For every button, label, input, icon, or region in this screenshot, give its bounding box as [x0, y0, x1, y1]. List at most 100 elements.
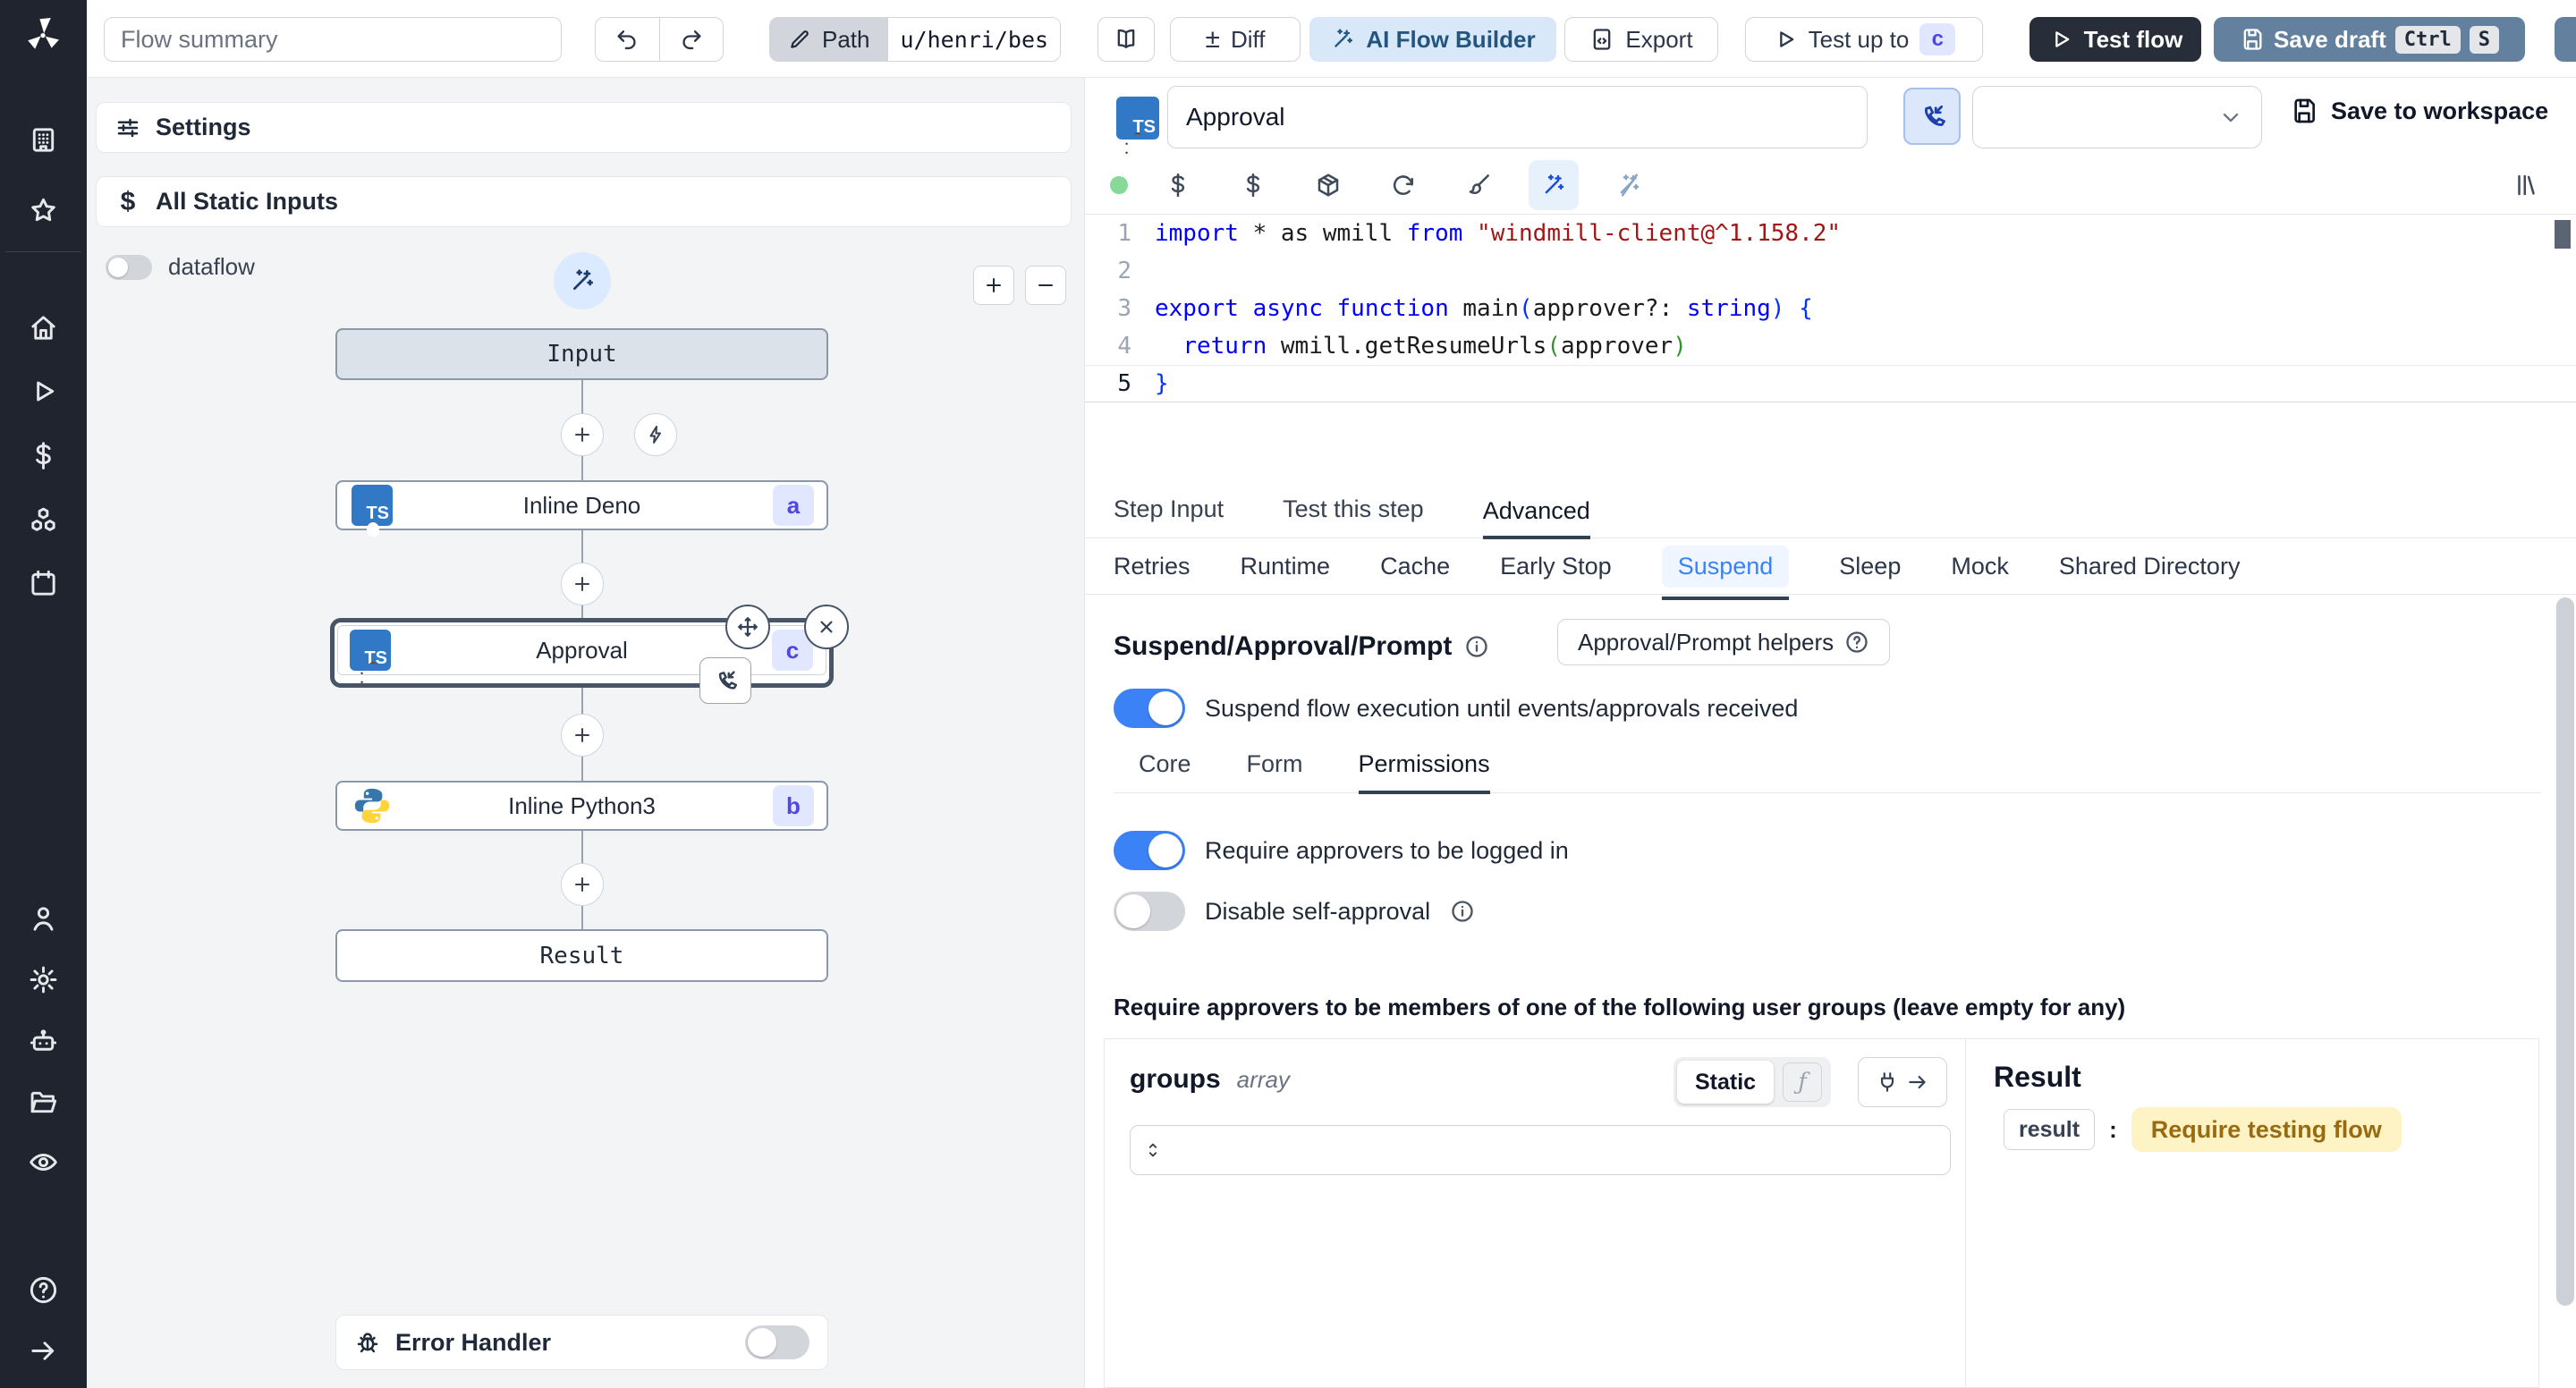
flow-settings-row[interactable]: Settings [96, 102, 1072, 153]
delete-step-button[interactable] [804, 605, 849, 649]
workspace-apps-icon[interactable] [28, 124, 59, 156]
variables-dollar-icon[interactable] [1153, 160, 1203, 210]
result-key-chip[interactable]: result [2004, 1109, 2096, 1150]
users-icon[interactable] [28, 903, 59, 935]
move-step-button[interactable] [725, 605, 770, 649]
variables-dollar-icon[interactable] [28, 440, 59, 471]
step-id-badge: b [773, 785, 814, 826]
flow-node-result[interactable]: Result [335, 929, 828, 982]
collapse-arrow-icon[interactable] [28, 1335, 59, 1367]
insert-step-button[interactable] [561, 863, 604, 906]
windmill-logo-icon[interactable] [21, 14, 64, 57]
tab-cache[interactable]: Cache [1380, 546, 1450, 588]
result-row: result : Require testing flow [2004, 1107, 2402, 1152]
ai-assistant-off-icon[interactable] [1604, 160, 1654, 210]
zoom-in-button[interactable] [973, 266, 1014, 305]
tab-core[interactable]: Core [1139, 750, 1191, 792]
resources-cubes-icon[interactable] [28, 505, 59, 537]
resources-dollar-icon[interactable] [1228, 160, 1278, 210]
ai-builder-wand-button[interactable] [554, 252, 611, 309]
runs-play-icon[interactable] [28, 376, 59, 407]
schedules-calendar-icon[interactable] [28, 568, 59, 599]
step-name-input[interactable] [1167, 86, 1868, 148]
approval-phone-badge[interactable] [699, 657, 751, 704]
static-mode-button[interactable]: Static [1677, 1061, 1775, 1104]
flow-summary-input[interactable] [104, 17, 562, 62]
editor-line[interactable]: 3 export async function main(approver?: s… [1085, 290, 2576, 327]
path-button[interactable]: Path u/henri/bes [769, 17, 1061, 62]
tab-shared-directory[interactable]: Shared Directory [2059, 546, 2241, 588]
insert-step-button[interactable] [561, 714, 604, 757]
script-tag-select[interactable] [1972, 86, 2262, 148]
insert-trigger-button[interactable] [634, 413, 677, 456]
info-icon[interactable] [1464, 634, 1489, 659]
package-icon[interactable] [1303, 160, 1353, 210]
tab-early-stop[interactable]: Early Stop [1500, 546, 1612, 588]
folders-icon[interactable] [28, 1087, 59, 1118]
flow-node-input[interactable]: Input [335, 328, 828, 380]
tab-runtime[interactable]: Runtime [1241, 546, 1331, 588]
audit-eye-icon[interactable] [28, 1147, 59, 1178]
format-brush-icon[interactable] [1453, 160, 1504, 210]
sliders-icon [117, 118, 139, 137]
suspend-phone-indicator-button[interactable] [1903, 88, 1961, 145]
save-to-workspace-button[interactable]: Save to workspace [2290, 97, 2548, 125]
code-text: import * as wmill from "windmill-client@… [1155, 220, 1842, 247]
tab-mock[interactable]: Mock [1951, 546, 2009, 588]
home-icon[interactable] [28, 312, 59, 343]
pencil-icon [791, 30, 809, 48]
tab-test-this-step[interactable]: Test this step [1283, 495, 1424, 537]
play-icon [2055, 31, 2069, 47]
export-button[interactable]: Export [1564, 17, 1718, 62]
reset-refresh-icon[interactable] [1378, 160, 1428, 210]
require-login-toggle[interactable] [1114, 831, 1185, 870]
test-up-to-button[interactable]: Test up to c [1745, 17, 1983, 62]
zoom-out-button[interactable] [1025, 266, 1066, 305]
test-flow-button[interactable]: Test flow [2029, 17, 2201, 62]
editor-line[interactable]: 2 [1085, 252, 2576, 290]
editor-line[interactable]: 4 return wmill.getResumeUrls(approver) [1085, 327, 2576, 365]
dataflow-toggle[interactable] [106, 254, 152, 280]
approval-prompt-helpers-button[interactable]: Approval/Prompt helpers [1557, 619, 1891, 665]
docs-book-button[interactable] [1097, 17, 1155, 62]
workers-robot-icon[interactable] [28, 1026, 59, 1057]
tab-step-input[interactable]: Step Input [1114, 495, 1224, 537]
info-icon[interactable] [1450, 899, 1475, 924]
error-handler-row[interactable]: Error Handler [335, 1315, 828, 1370]
groups-array-input[interactable] [1130, 1125, 1951, 1175]
editor-line[interactable]: 5} [1085, 365, 2576, 402]
disable-self-approval-toggle[interactable] [1114, 892, 1185, 931]
redo-button[interactable] [659, 17, 724, 62]
tab-retries[interactable]: Retries [1114, 546, 1191, 588]
tab-form[interactable]: Form [1247, 750, 1303, 792]
save-draft-button[interactable]: Save draft Ctrl S [2214, 17, 2525, 62]
flow-node-inline-deno[interactable]: TS Inline Deno a [335, 480, 828, 530]
insert-step-button[interactable] [561, 413, 604, 456]
tab-advanced[interactable]: Advanced [1482, 497, 1590, 539]
code-editor[interactable]: 1 import * as wmill from "windmill-client… [1085, 215, 2576, 490]
tab-suspend[interactable]: Suspend [1661, 545, 1790, 600]
suspend-heading: Suspend/Approval/Prompt [1114, 631, 1453, 661]
play-icon [1779, 31, 1793, 47]
error-handler-toggle[interactable] [745, 1325, 809, 1359]
deploy-button-cut[interactable] [2555, 17, 2576, 62]
all-static-inputs-row[interactable]: $ All Static Inputs [96, 176, 1072, 227]
tab-sleep[interactable]: Sleep [1839, 546, 1901, 588]
favorites-star-icon[interactable] [28, 195, 59, 226]
suspend-execution-toggle[interactable] [1114, 689, 1185, 728]
editor-line[interactable]: 1 import * as wmill from "windmill-client… [1085, 215, 2576, 252]
connect-input-button[interactable] [1858, 1057, 1947, 1107]
settings-gear-icon[interactable] [28, 964, 59, 995]
library-panel-icon[interactable] [2501, 160, 2551, 210]
ai-flow-builder-button[interactable]: AI Flow Builder [1309, 17, 1556, 62]
flow-node-inline-python3[interactable]: Inline Python3 b [335, 781, 828, 831]
insert-step-button[interactable] [561, 563, 604, 605]
tab-permissions[interactable]: Permissions [1358, 750, 1490, 794]
help-icon[interactable] [28, 1274, 59, 1306]
panel-scrollbar-thumb[interactable] [2556, 597, 2574, 1306]
diff-button[interactable]: ± Diff [1170, 17, 1301, 62]
undo-button[interactable] [595, 17, 660, 62]
javascript-expression-button[interactable]: ƒ [1783, 1062, 1823, 1102]
ai-assistant-wand-icon[interactable] [1529, 159, 1579, 210]
editor-scrollbar-thumb[interactable] [2555, 220, 2571, 249]
